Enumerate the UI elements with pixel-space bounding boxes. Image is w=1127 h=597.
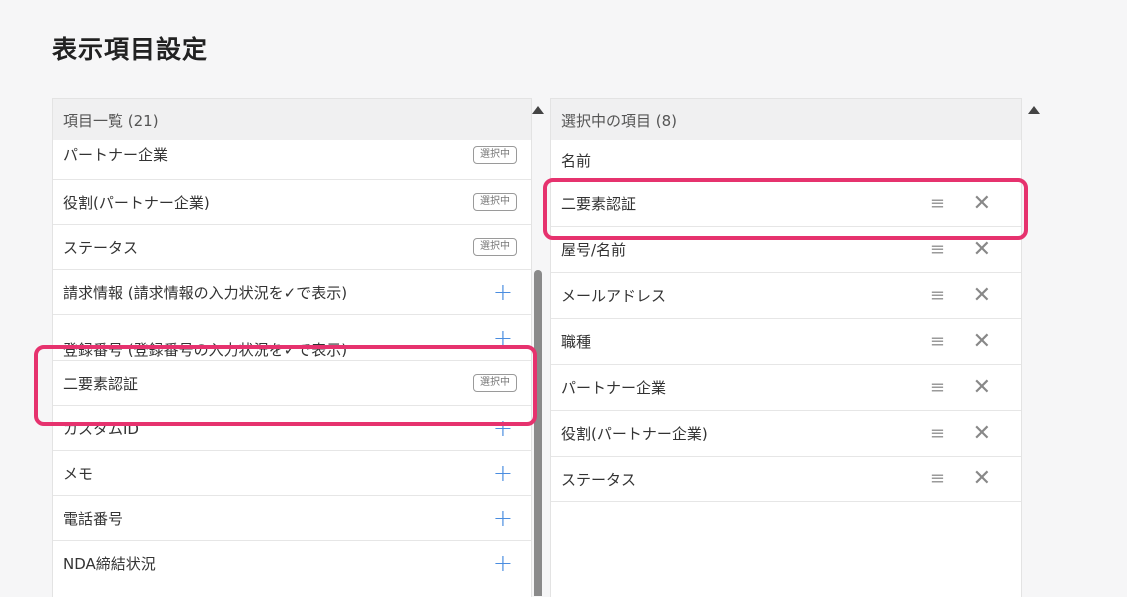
list-item[interactable]: パートナー企業 ≡ ✕ <box>551 364 1021 410</box>
drag-handle-icon[interactable]: ≡ <box>930 332 945 351</box>
scrollbar-thumb[interactable] <box>534 270 542 596</box>
list-item[interactable]: 電話番号 + <box>53 495 531 540</box>
selected-badge: 選択中 <box>473 374 517 392</box>
list-item[interactable]: パートナー企業 選択中 <box>53 140 531 179</box>
list-item[interactable]: 登録番号 (登録番号の入力状況を✓で表示) + <box>53 314 531 360</box>
drag-handle-icon[interactable]: ≡ <box>930 424 945 443</box>
selected-items-scrollbar[interactable] <box>1022 98 1046 596</box>
add-item-icon[interactable]: + <box>493 461 513 485</box>
list-item[interactable]: ステータス 選択中 <box>53 224 531 269</box>
list-item[interactable]: 役割(パートナー企業) 選択中 <box>53 179 531 224</box>
list-item[interactable]: NDA締結状況 + <box>53 540 531 585</box>
scroll-up-arrow-icon[interactable] <box>1028 106 1040 114</box>
drag-handle-icon[interactable]: ≡ <box>930 470 945 488</box>
list-item[interactable]: 名前 <box>551 140 1021 180</box>
available-items-header: 項目一覧 (21) <box>53 99 531 140</box>
list-item[interactable]: 役割(パートナー企業) ≡ ✕ <box>551 410 1021 456</box>
selected-badge: 選択中 <box>473 193 517 211</box>
selected-badge: 選択中 <box>473 146 517 164</box>
add-item-icon[interactable]: + <box>493 416 513 440</box>
add-item-icon[interactable]: + <box>493 280 513 304</box>
remove-icon[interactable]: ✕ <box>973 422 991 445</box>
list-item[interactable]: カスタムID + <box>53 405 531 450</box>
drag-handle-icon[interactable]: ≡ <box>930 194 945 213</box>
remove-icon[interactable]: ✕ <box>973 468 991 490</box>
available-items-list[interactable]: パートナー企業 選択中 役割(パートナー企業) 選択中 ステータス 選択中 請求… <box>53 140 531 585</box>
list-item[interactable]: 職種 ≡ ✕ <box>551 318 1021 364</box>
add-item-icon[interactable]: + <box>493 326 513 350</box>
remove-icon[interactable]: ✕ <box>973 238 991 261</box>
page-title: 表示項目設定 <box>52 35 209 64</box>
drag-handle-icon[interactable]: ≡ <box>930 240 945 259</box>
remove-icon[interactable]: ✕ <box>973 376 991 399</box>
list-item[interactable]: 屋号/名前 ≡ ✕ <box>551 226 1021 272</box>
add-item-icon[interactable]: + <box>493 551 513 575</box>
list-item[interactable]: 請求情報 (請求情報の入力状況を✓で表示) + <box>53 269 531 314</box>
add-item-icon[interactable]: + <box>493 506 513 530</box>
selected-items-list[interactable]: 名前 二要素認証 ≡ ✕ 屋号/名前 ≡ ✕ メールアドレス ≡ ✕ 職種 ≡ … <box>551 140 1021 502</box>
display-settings-page: 表示項目設定 項目一覧 (21) パートナー企業 選択中 役割(パートナー企業)… <box>0 0 1127 597</box>
list-item[interactable]: メモ + <box>53 450 531 495</box>
available-items-scrollbar[interactable] <box>530 98 546 596</box>
selected-items-panel: 選択中の項目 (8) 名前 二要素認証 ≡ ✕ 屋号/名前 ≡ ✕ メールアドレ… <box>550 98 1022 597</box>
selected-items-header: 選択中の項目 (8) <box>551 99 1021 140</box>
available-items-panel: 項目一覧 (21) パートナー企業 選択中 役割(パートナー企業) 選択中 ステ… <box>52 98 532 597</box>
drag-handle-icon[interactable]: ≡ <box>930 378 945 397</box>
scroll-up-arrow-icon[interactable] <box>532 106 544 114</box>
remove-icon[interactable]: ✕ <box>973 284 991 307</box>
list-item[interactable]: 二要素認証 ≡ ✕ <box>551 180 1021 226</box>
list-item[interactable]: 二要素認証 選択中 <box>53 360 531 405</box>
selected-badge: 選択中 <box>473 238 517 256</box>
remove-icon[interactable]: ✕ <box>973 330 991 353</box>
drag-handle-icon[interactable]: ≡ <box>930 286 945 305</box>
remove-icon[interactable]: ✕ <box>973 192 991 215</box>
list-item[interactable]: メールアドレス ≡ ✕ <box>551 272 1021 318</box>
list-item[interactable]: ステータス ≡ ✕ <box>551 456 1021 502</box>
